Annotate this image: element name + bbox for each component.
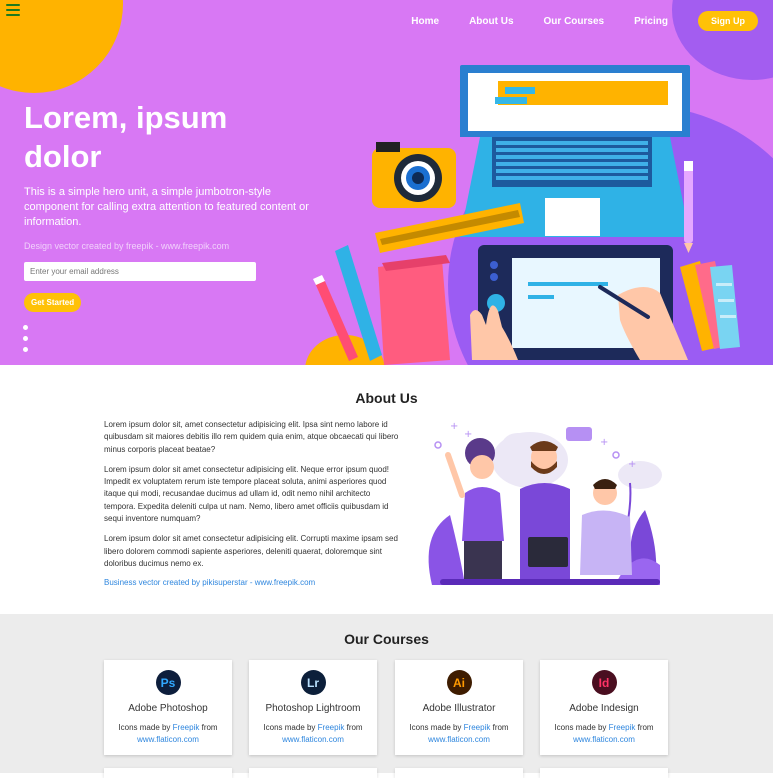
indesign-icon: Id	[591, 670, 617, 695]
carousel-dots[interactable]	[23, 325, 28, 358]
about-paragraph: Lorem ipsum dolor sit amet consectetur a…	[104, 464, 390, 524]
carousel-dot[interactable]	[23, 325, 28, 330]
credit-mid: from	[201, 723, 218, 732]
camera-icon	[372, 142, 456, 208]
course-icon-credit: Icons made by Freepik from www.flaticon.…	[249, 722, 377, 746]
course-card-next-row[interactable]	[249, 768, 377, 778]
hero-image-credit: Design vector created by freepik - www.f…	[24, 241, 230, 251]
course-card-illustrator[interactable]: Ai Adobe Illustrator Icons made by Freep…	[395, 660, 523, 755]
credit-site-link[interactable]: www.flaticon.com	[573, 735, 635, 744]
course-icon-credit: Icons made by Freepik from www.flaticon.…	[104, 722, 232, 746]
get-started-button[interactable]: Get Started	[24, 293, 82, 312]
email-input[interactable]	[24, 262, 256, 281]
about-paragraph: Lorem ipsum dolor sit amet consectetur a…	[104, 534, 398, 568]
course-icon-credit: Icons made by Freepik from www.flaticon.…	[395, 722, 523, 746]
hero-illustration-icon	[313, 65, 740, 365]
credit-author-link[interactable]: Freepik	[609, 723, 636, 732]
hero-description: This is a simple hero unit, a simple jum…	[24, 186, 309, 228]
credit-site-link[interactable]: www.flaticon.com	[137, 735, 199, 744]
course-card-next-row[interactable]	[540, 768, 668, 778]
about-text: Lorem ipsum dolor sit, amet consectetur …	[104, 419, 399, 578]
nav-our-courses[interactable]: Our Courses	[544, 16, 605, 27]
credit-mid: from	[637, 723, 654, 732]
carousel-dot[interactable]	[23, 336, 28, 341]
credit-mid: from	[346, 723, 363, 732]
course-name: Photoshop Lightroom	[265, 703, 361, 714]
course-name: Adobe Indesign	[569, 703, 639, 714]
nav-home[interactable]: Home	[411, 16, 439, 27]
credit-prefix: Icons made by	[118, 723, 171, 732]
course-card-photoshop[interactable]: Ps Adobe Photoshop Icons made by Freepik…	[104, 660, 232, 755]
about-paragraph: Lorem ipsum dolor sit, amet consectetur …	[104, 420, 399, 454]
svg-text:+: +	[464, 429, 472, 440]
sign-up-button[interactable]: Sign Up	[698, 11, 758, 31]
book-icon	[378, 255, 450, 365]
svg-text:+: +	[450, 421, 458, 432]
course-card-next-row[interactable]	[395, 768, 523, 778]
credit-mid: from	[492, 723, 509, 732]
svg-text:+: +	[600, 437, 608, 448]
lightroom-icon: Lr	[300, 670, 326, 695]
credit-prefix: Icons made by	[554, 723, 607, 732]
credit-site-link[interactable]: www.flaticon.com	[428, 735, 490, 744]
credit-author-link[interactable]: Freepik	[173, 723, 200, 732]
photoshop-icon: Ps	[155, 670, 181, 695]
team-illustration-icon: + + + +	[428, 421, 662, 585]
top-nav: Home About Us Our Courses Pricing Sign U…	[411, 11, 758, 31]
course-card-lightroom[interactable]: Lr Photoshop Lightroom Icons made by Fre…	[249, 660, 377, 755]
credit-site-link[interactable]: www.flaticon.com	[282, 735, 344, 744]
about-section-title: About Us	[355, 390, 418, 406]
credit-author-link[interactable]: Freepik	[318, 723, 345, 732]
course-name: Adobe Illustrator	[422, 703, 496, 714]
course-icon-credit: Icons made by Freepik from www.flaticon.…	[540, 722, 668, 746]
illustrator-icon: Ai	[446, 670, 472, 695]
course-card-next-row[interactable]	[104, 768, 232, 778]
color-swatches-icon	[680, 261, 740, 351]
carousel-dot[interactable]	[23, 347, 28, 352]
course-name: Adobe Photoshop	[128, 703, 208, 714]
nav-about-us[interactable]: About Us	[469, 16, 513, 27]
hero-section: Home About Us Our Courses Pricing Sign U…	[0, 0, 773, 365]
stylus-icon	[684, 161, 693, 253]
nav-pricing[interactable]: Pricing	[634, 16, 668, 27]
course-card-indesign[interactable]: Id Adobe Indesign Icons made by Freepik …	[540, 660, 668, 755]
credit-prefix: Icons made by	[263, 723, 316, 732]
about-image-credit-link[interactable]: Business vector created by pikisuperstar…	[104, 578, 315, 587]
courses-section-title: Our Courses	[344, 631, 429, 647]
courses-section: Our Courses Ps Adobe Photoshop Icons mad…	[0, 614, 773, 778]
svg-text:+: +	[628, 459, 636, 470]
credit-author-link[interactable]: Freepik	[464, 723, 491, 732]
credit-prefix: Icons made by	[409, 723, 462, 732]
hamburger-menu-icon[interactable]	[6, 4, 20, 16]
hero-title: Lorem, ipsum dolor	[24, 100, 228, 174]
